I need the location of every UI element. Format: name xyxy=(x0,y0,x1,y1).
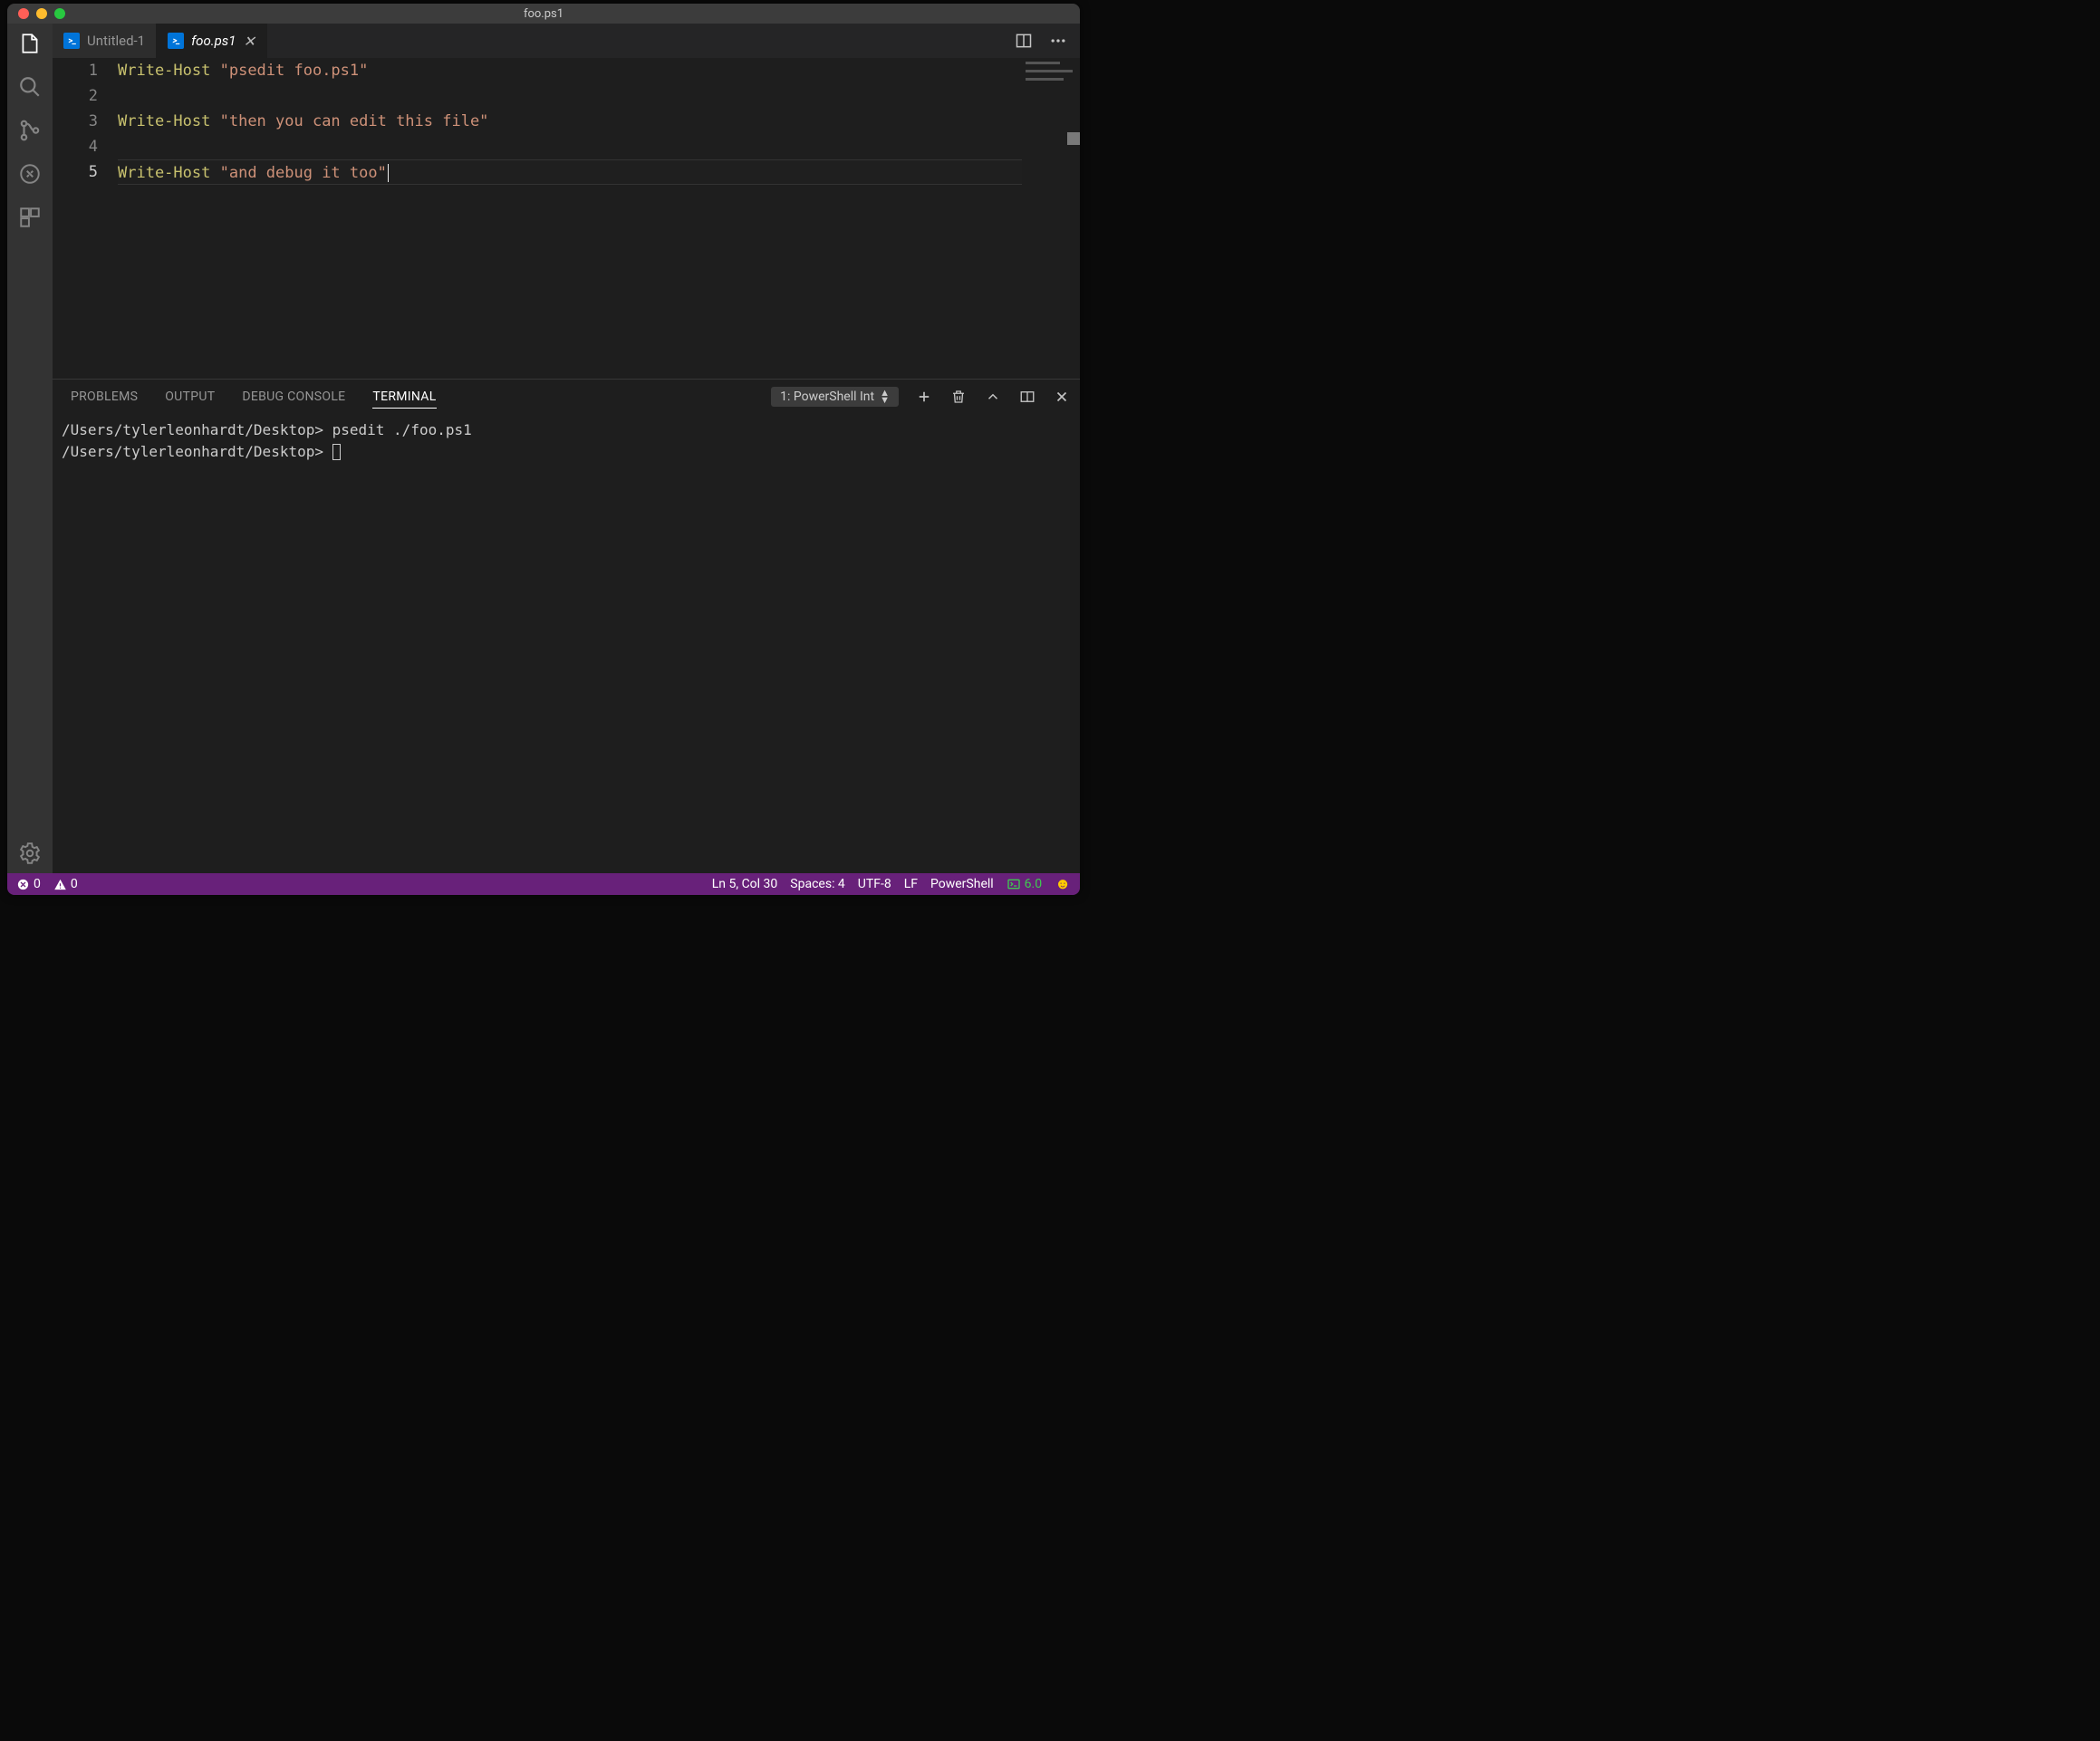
bottom-panel: PROBLEMS OUTPUT DEBUG CONSOLE TERMINAL 1… xyxy=(53,379,1080,873)
terminal-line: /Users/tylerleonhardt/Desktop> xyxy=(62,443,323,460)
line-number: 2 xyxy=(53,83,98,109)
maximize-panel-icon[interactable] xyxy=(984,388,1002,406)
warnings-count: 0 xyxy=(71,877,78,891)
workbench: Untitled-1 foo.ps1 ✕ xyxy=(7,24,1080,873)
minimize-window-button[interactable] xyxy=(36,8,47,19)
titlebar: foo.ps1 xyxy=(7,4,1080,24)
extensions-icon[interactable] xyxy=(17,205,43,230)
more-actions-icon[interactable] xyxy=(1047,30,1069,52)
activity-bar xyxy=(7,24,53,873)
explorer-icon[interactable] xyxy=(17,31,43,56)
kill-terminal-icon[interactable] xyxy=(949,388,968,406)
tab-label: foo.ps1 xyxy=(191,33,236,49)
status-eol[interactable]: LF xyxy=(904,877,918,891)
close-panel-icon[interactable] xyxy=(1053,388,1071,406)
search-icon[interactable] xyxy=(17,74,43,100)
line-number: 4 xyxy=(53,134,98,159)
status-language[interactable]: PowerShell xyxy=(930,877,994,891)
token-string: "then you can edit this file" xyxy=(220,112,489,130)
terminal[interactable]: /Users/tylerleonhardt/Desktop> psedit ./… xyxy=(53,414,1080,873)
editor-group: Untitled-1 foo.ps1 ✕ xyxy=(53,24,1080,873)
source-control-icon[interactable] xyxy=(17,118,43,143)
line-number: 5 xyxy=(53,159,98,185)
token-command: Write-Host xyxy=(118,112,210,130)
line-number: 3 xyxy=(53,109,98,134)
code-editor[interactable]: 1 2 3 4 5 Write-Host "psedit foo.ps1" Wr… xyxy=(53,58,1080,379)
feedback-icon[interactable]: ☻ xyxy=(1055,875,1071,893)
window-controls xyxy=(18,8,65,19)
panel-tab-output[interactable]: OUTPUT xyxy=(165,386,215,409)
powershell-file-icon xyxy=(168,33,184,49)
panel-tab-debug-console[interactable]: DEBUG CONSOLE xyxy=(242,386,345,409)
window-title: foo.ps1 xyxy=(7,7,1080,21)
powershell-version-text: 6.0 xyxy=(1025,877,1042,891)
split-terminal-icon[interactable] xyxy=(1018,388,1036,406)
line-numbers: 1 2 3 4 5 xyxy=(53,58,118,379)
tab-label: Untitled-1 xyxy=(87,33,145,49)
close-tab-icon[interactable]: ✕ xyxy=(243,33,255,50)
panel-tab-terminal[interactable]: TERMINAL xyxy=(372,386,436,409)
close-window-button[interactable] xyxy=(18,8,29,19)
dropdown-indicator-icon: ▲▼ xyxy=(880,390,890,404)
terminal-selector[interactable]: 1: PowerShell Int ▲▼ xyxy=(771,387,899,407)
token-command: Write-Host xyxy=(118,164,210,182)
split-editor-icon[interactable] xyxy=(1013,30,1035,52)
errors-count: 0 xyxy=(34,877,41,891)
status-lncol[interactable]: Ln 5, Col 30 xyxy=(712,877,778,891)
code-content[interactable]: Write-Host "psedit foo.ps1" Write-Host "… xyxy=(118,58,1026,379)
app-window: foo.ps1 xyxy=(7,4,1080,895)
tab-untitled[interactable]: Untitled-1 xyxy=(53,24,157,58)
status-bar: 0 0 Ln 5, Col 30 Spaces: 4 UTF-8 LF Powe… xyxy=(7,873,1080,895)
terminal-selector-label: 1: PowerShell Int xyxy=(780,390,874,404)
panel-tabs: PROBLEMS OUTPUT DEBUG CONSOLE TERMINAL 1… xyxy=(53,380,1080,414)
terminal-cursor xyxy=(332,444,341,460)
token-command: Write-Host xyxy=(118,62,210,80)
powershell-file-icon xyxy=(63,33,80,49)
settings-gear-icon[interactable] xyxy=(17,841,43,866)
maximize-window-button[interactable] xyxy=(54,8,65,19)
panel-tab-problems[interactable]: PROBLEMS xyxy=(71,386,138,409)
status-encoding[interactable]: UTF-8 xyxy=(858,877,891,891)
status-errors[interactable]: 0 xyxy=(16,877,41,891)
overview-ruler[interactable] xyxy=(1067,58,1080,379)
status-warnings[interactable]: 0 xyxy=(53,877,78,891)
tab-foo-ps1[interactable]: foo.ps1 ✕ xyxy=(157,24,267,58)
line-number: 1 xyxy=(53,58,98,83)
token-string: "psedit foo.ps1" xyxy=(220,62,369,80)
debug-icon[interactable] xyxy=(17,161,43,187)
new-terminal-icon[interactable] xyxy=(915,388,933,406)
status-powershell-version[interactable]: 6.0 xyxy=(1007,877,1042,891)
status-indentation[interactable]: Spaces: 4 xyxy=(790,877,845,891)
terminal-line: /Users/tylerleonhardt/Desktop> psedit ./… xyxy=(62,421,472,438)
token-string: "and debug it too" xyxy=(220,164,387,182)
text-cursor xyxy=(388,164,389,182)
editor-tabs: Untitled-1 foo.ps1 ✕ xyxy=(53,24,1080,58)
